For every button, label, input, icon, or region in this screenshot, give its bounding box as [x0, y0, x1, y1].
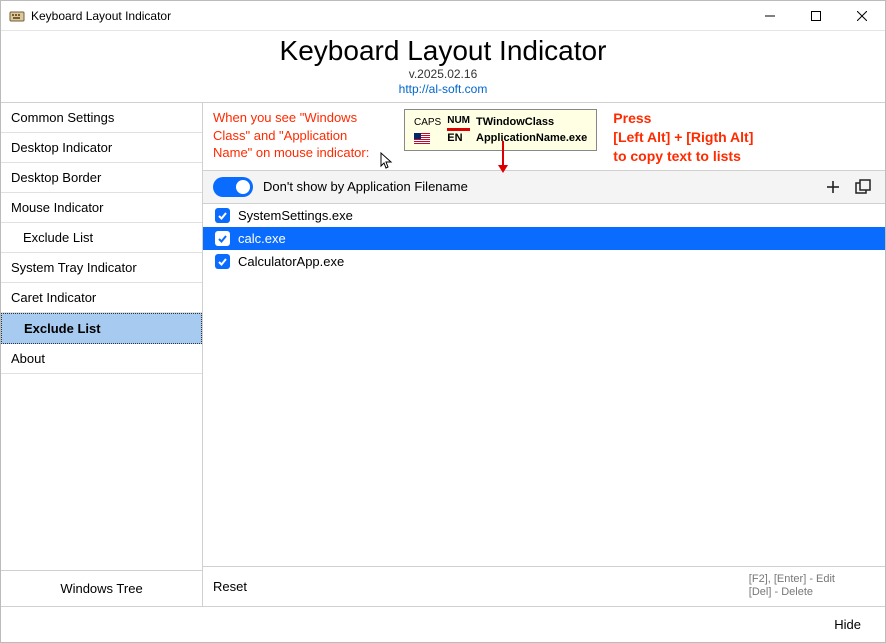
arrow-down-icon: [496, 141, 510, 175]
sidebar-item-mouse-indicator[interactable]: Mouse Indicator: [1, 193, 202, 223]
hint-left-text: When you see "Windows Class" and "Applic…: [213, 109, 388, 162]
page-title: Keyboard Layout Indicator: [1, 35, 885, 67]
hint-r1: Press: [613, 109, 753, 128]
cursor-icon: [380, 152, 394, 170]
hint-edit: [F2], [Enter] - Edit: [749, 573, 835, 587]
sidebar-item-exclude-list[interactable]: Exclude List: [1, 313, 202, 344]
hint-delete: [Del] - Delete: [749, 586, 835, 600]
app-icon: [9, 8, 25, 24]
toggle-label: Don't show by Application Filename: [263, 179, 815, 194]
num-label: NUM: [447, 115, 470, 126]
hide-button[interactable]: Hide: [824, 615, 871, 634]
list-item-label: CalculatorApp.exe: [238, 254, 344, 269]
hint-right-text: Press [Left Alt] + [Rigth Alt] to copy t…: [613, 109, 753, 166]
lang-label: EN: [447, 132, 462, 144]
maximize-button[interactable]: [793, 1, 839, 31]
toggle-row: Don't show by Application Filename: [203, 170, 885, 204]
flag-icon: [414, 133, 441, 144]
duplicate-icon[interactable]: [855, 179, 873, 195]
app-name-label: ApplicationName.exe: [476, 132, 587, 144]
content-area: Common SettingsDesktop IndicatorDesktop …: [1, 102, 885, 606]
windows-tree-button[interactable]: Windows Tree: [1, 570, 202, 606]
list-item[interactable]: calc.exe: [203, 227, 885, 250]
sidebar-item-caret-indicator[interactable]: Caret Indicator: [1, 283, 202, 313]
hint-left-label: When you see "Windows Class" and "Applic…: [213, 110, 369, 160]
list-item-label: SystemSettings.exe: [238, 208, 353, 223]
titlebar: Keyboard Layout Indicator: [1, 1, 885, 31]
window-title: Keyboard Layout Indicator: [31, 9, 747, 23]
close-button[interactable]: [839, 1, 885, 31]
list-item[interactable]: SystemSettings.exe: [203, 204, 885, 227]
hint-row: When you see "Windows Class" and "Applic…: [203, 103, 885, 170]
main-footer: Reset [F2], [Enter] - Edit [Del] - Delet…: [203, 566, 885, 607]
caps-label: CAPS: [414, 117, 441, 128]
sidebar: Common SettingsDesktop IndicatorDesktop …: [1, 103, 203, 606]
checkbox-icon[interactable]: [215, 254, 230, 269]
list-item[interactable]: CalculatorApp.exe: [203, 250, 885, 273]
toggle-knob: [236, 180, 250, 194]
main-panel: When you see "Windows Class" and "Applic…: [203, 103, 885, 606]
sidebar-item-desktop-border[interactable]: Desktop Border: [1, 163, 202, 193]
exclude-list: SystemSettings.exe calc.exe CalculatorApp.…: [203, 204, 885, 566]
sidebar-item-exclude-list[interactable]: Exclude List: [1, 223, 202, 253]
checkbox-icon[interactable]: [215, 208, 230, 223]
filter-toggle[interactable]: [213, 177, 253, 197]
reset-button[interactable]: Reset: [213, 579, 413, 594]
window-class-label: TWindowClass: [476, 116, 554, 128]
list-item-label: calc.exe: [238, 231, 286, 246]
add-icon[interactable]: [825, 179, 841, 195]
footer-hints: [F2], [Enter] - Edit [Del] - Delete: [749, 573, 835, 601]
tooltip-wrapper: CAPS NUM TWindowClass EN: [404, 109, 597, 151]
version-label: v.2025.02.16: [1, 67, 885, 81]
minimize-button[interactable]: [747, 1, 793, 31]
app-window: Keyboard Layout Indicator Keyboard Layou…: [0, 0, 886, 643]
website-link[interactable]: http://al-soft.com: [399, 82, 488, 96]
hint-r2: [Left Alt] + [Rigth Alt]: [613, 128, 753, 147]
bottom-bar: Hide: [1, 606, 885, 642]
page-header: Keyboard Layout Indicator v.2025.02.16 h…: [1, 31, 885, 102]
hint-r3: to copy text to lists: [613, 147, 753, 166]
nav-list: Common SettingsDesktop IndicatorDesktop …: [1, 103, 202, 570]
checkbox-icon[interactable]: [215, 231, 230, 246]
sidebar-item-about[interactable]: About: [1, 344, 202, 374]
sidebar-item-desktop-indicator[interactable]: Desktop Indicator: [1, 133, 202, 163]
sidebar-item-system-tray-indicator[interactable]: System Tray Indicator: [1, 253, 202, 283]
sidebar-item-common-settings[interactable]: Common Settings: [1, 103, 202, 133]
